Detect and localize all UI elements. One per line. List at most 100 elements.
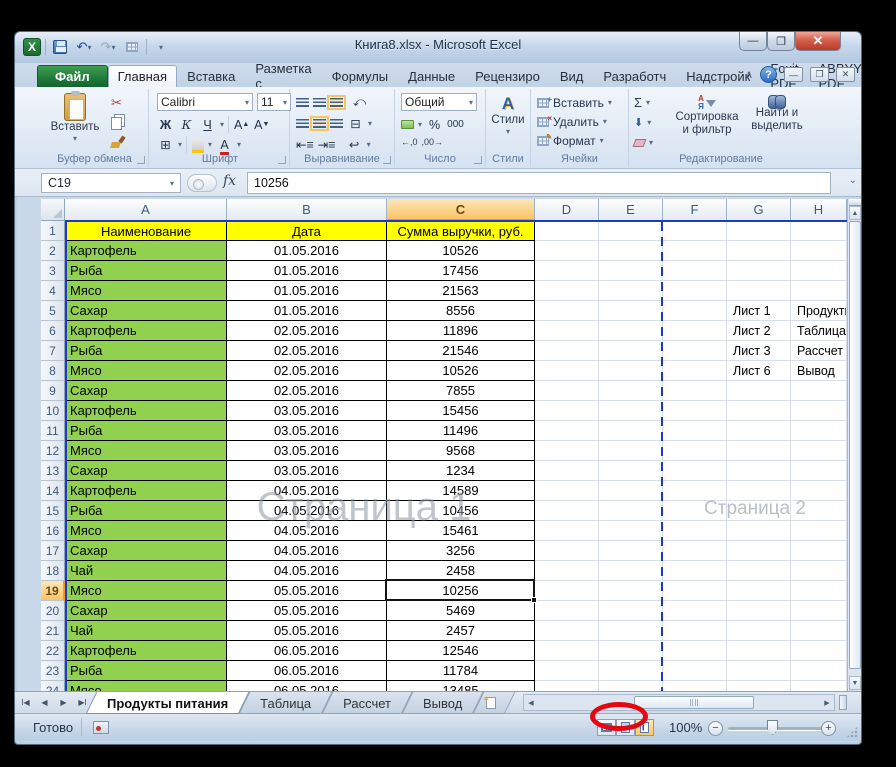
- row-header-4[interactable]: 4: [41, 281, 65, 301]
- cell-H12[interactable]: [791, 441, 847, 461]
- number-format-combo[interactable]: Общий ▾: [401, 93, 477, 111]
- cell-E8[interactable]: [599, 361, 663, 381]
- cell-G18[interactable]: [727, 561, 791, 581]
- row-header-18[interactable]: 18: [41, 561, 65, 581]
- cell-B22[interactable]: 06.05.2016: [227, 641, 387, 661]
- decrease-indent-button[interactable]: ⇤≡: [296, 136, 314, 153]
- cell-D17[interactable]: [535, 541, 599, 561]
- cell-F8[interactable]: [663, 361, 727, 381]
- next-sheet-button[interactable]: ▶: [55, 694, 72, 711]
- cell-H4[interactable]: [791, 281, 847, 301]
- cell-A23[interactable]: Рыба: [65, 661, 227, 681]
- align-top-icon[interactable]: [296, 98, 309, 107]
- row-header-22[interactable]: 22: [41, 641, 65, 661]
- cell-B18[interactable]: 04.05.2016: [227, 561, 387, 581]
- cell-G1[interactable]: [727, 221, 791, 241]
- cell-G16[interactable]: [727, 521, 791, 541]
- title-bar[interactable]: X ↶ ▾ ↷ ▾ ▾ Книга8.xlsx - Microsoft Excel …: [15, 32, 861, 63]
- cell-H19[interactable]: [791, 581, 847, 601]
- cell-C5[interactable]: 8556: [387, 301, 535, 321]
- cell-A18[interactable]: Чай: [65, 561, 227, 581]
- cell-F23[interactable]: [663, 661, 727, 681]
- cell-D10[interactable]: [535, 401, 599, 421]
- cell-A12[interactable]: Мясо: [65, 441, 227, 461]
- cell-B10[interactable]: 03.05.2016: [227, 401, 387, 421]
- row-header-8[interactable]: 8: [41, 361, 65, 381]
- row-header-20[interactable]: 20: [41, 601, 65, 621]
- cell-H9[interactable]: [791, 381, 847, 401]
- orientation-button[interactable]: ⤺: [351, 94, 368, 111]
- cell-G21[interactable]: [727, 621, 791, 641]
- cell-E9[interactable]: [599, 381, 663, 401]
- cell-B11[interactable]: 03.05.2016: [227, 421, 387, 441]
- cell-A24[interactable]: Мясо: [65, 681, 227, 691]
- vertical-split-handle[interactable]: [849, 199, 861, 206]
- cell-D7[interactable]: [535, 341, 599, 361]
- insert-worksheet-button[interactable]: ✶: [478, 692, 510, 714]
- cell-H18[interactable]: [791, 561, 847, 581]
- cell-D1[interactable]: [535, 221, 599, 241]
- cell-A21[interactable]: Чай: [65, 621, 227, 641]
- help-icon[interactable]: ?: [760, 66, 777, 83]
- first-sheet-button[interactable]: Ι◀: [17, 694, 34, 711]
- cell-B4[interactable]: 01.05.2016: [227, 281, 387, 301]
- cell-B23[interactable]: 06.05.2016: [227, 661, 387, 681]
- cell-F22[interactable]: [663, 641, 727, 661]
- workbook-minimize-button[interactable]: —: [784, 67, 803, 82]
- insert-function-area[interactable]: [187, 174, 217, 192]
- cell-A20[interactable]: Сахар: [65, 601, 227, 621]
- cell-G19[interactable]: [727, 581, 791, 601]
- insert-cells-button[interactable]: Вставить▾: [537, 94, 612, 111]
- cell-B9[interactable]: 02.05.2016: [227, 381, 387, 401]
- cell-E6[interactable]: [599, 321, 663, 341]
- tab-рецензиро[interactable]: Рецензиро: [465, 65, 550, 87]
- cell-H2[interactable]: [791, 241, 847, 261]
- cell-A6[interactable]: Картофель: [65, 321, 227, 341]
- cell-E4[interactable]: [599, 281, 663, 301]
- cell-H3[interactable]: [791, 261, 847, 281]
- cell-C20[interactable]: 5469: [387, 601, 535, 621]
- scroll-down-button[interactable]: ▼: [849, 676, 861, 690]
- cell-C10[interactable]: 15456: [387, 401, 535, 421]
- row-header-15[interactable]: 15: [41, 501, 65, 521]
- cell-D20[interactable]: [535, 601, 599, 621]
- horizontal-scroll-thumb[interactable]: [634, 696, 754, 709]
- cell-E10[interactable]: [599, 401, 663, 421]
- cell-D11[interactable]: [535, 421, 599, 441]
- cell-D3[interactable]: [535, 261, 599, 281]
- tab-данные[interactable]: Данные: [398, 65, 465, 87]
- alignment-dialog-launcher[interactable]: [383, 156, 391, 164]
- cell-D18[interactable]: [535, 561, 599, 581]
- cell-G3[interactable]: [727, 261, 791, 281]
- row-header-14[interactable]: 14: [41, 481, 65, 501]
- cell-E13[interactable]: [599, 461, 663, 481]
- align-center-icon[interactable]: [310, 116, 329, 131]
- tab-вставка[interactable]: Вставка: [177, 65, 245, 87]
- cell-C13[interactable]: 1234: [387, 461, 535, 481]
- row-header-16[interactable]: 16: [41, 521, 65, 541]
- cell-B3[interactable]: 01.05.2016: [227, 261, 387, 281]
- sheet-tab-active[interactable]: Продукты питания: [91, 692, 244, 714]
- row-header-9[interactable]: 9: [41, 381, 65, 401]
- row-header-11[interactable]: 11: [41, 421, 65, 441]
- cell-H7[interactable]: Рассчет: [791, 341, 847, 361]
- cell-F11[interactable]: [663, 421, 727, 441]
- cell-G9[interactable]: [727, 381, 791, 401]
- cell-G17[interactable]: [727, 541, 791, 561]
- fill-color-button[interactable]: [186, 136, 205, 153]
- zoom-in-button[interactable]: +: [821, 721, 836, 736]
- column-header-B[interactable]: B: [227, 199, 387, 221]
- cell-C3[interactable]: 17456: [387, 261, 535, 281]
- collapse-ribbon-icon[interactable]: ∧: [745, 68, 753, 81]
- cell-F9[interactable]: [663, 381, 727, 401]
- zoom-out-button[interactable]: −: [708, 721, 723, 736]
- fx-icon[interactable]: fx: [223, 173, 236, 189]
- column-header-G[interactable]: G: [727, 199, 791, 221]
- cell-E17[interactable]: [599, 541, 663, 561]
- tab-главная[interactable]: Главная: [107, 65, 178, 87]
- cell-E16[interactable]: [599, 521, 663, 541]
- cell-B7[interactable]: 02.05.2016: [227, 341, 387, 361]
- cell-A9[interactable]: Сахар: [65, 381, 227, 401]
- cell-F1[interactable]: [663, 221, 727, 241]
- cell-H5[interactable]: Продукты: [791, 301, 847, 321]
